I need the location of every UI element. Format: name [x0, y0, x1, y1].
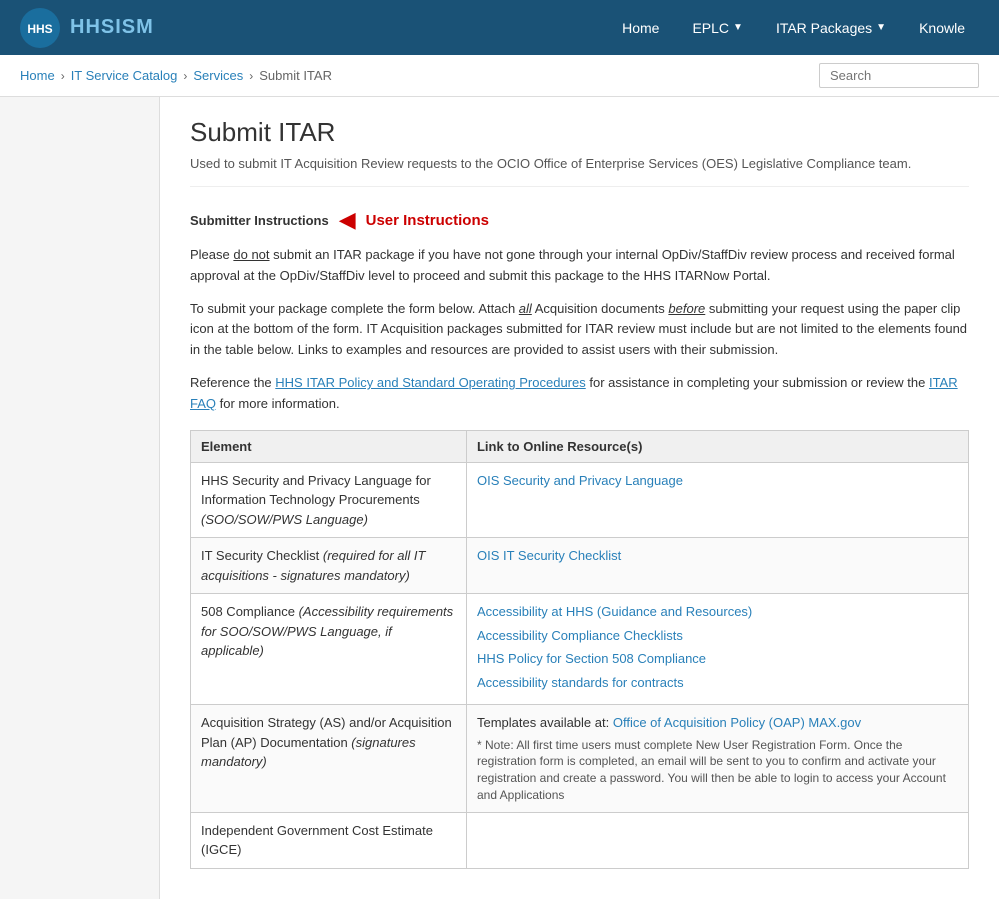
instructions-tag: User Instructions [366, 212, 489, 229]
table-cell-element-2: IT Security Checklist (required for all … [191, 538, 467, 594]
site-header: HHS HHSISM Home EPLC ▼ ITAR Packages ▼ K… [0, 0, 999, 55]
templates-registration-note: * Note: All first time users must comple… [477, 737, 958, 804]
ois-checklist-link[interactable]: OIS IT Security Checklist [477, 546, 958, 566]
accessibility-contracts-link[interactable]: Accessibility standards for contracts [477, 673, 958, 693]
breadcrumb-current: Submit ITAR [259, 68, 332, 83]
breadcrumb-sep-3: › [249, 69, 253, 83]
section-508-link[interactable]: HHS Policy for Section 508 Compliance [477, 649, 958, 669]
instructions-para-2: To submit your package complete the form… [190, 299, 969, 361]
instructions-arrow-icon: ◀ [339, 207, 356, 233]
instructions-label: Submitter Instructions [190, 213, 329, 228]
nav-itar-packages[interactable]: ITAR Packages ▼ [762, 12, 900, 44]
table-row: Acquisition Strategy (AS) and/or Acquisi… [191, 705, 969, 813]
oap-maxgov-link[interactable]: Office of Acquisition Policy (OAP) MAX.g… [613, 715, 861, 730]
instructions-header: Submitter Instructions ◀ User Instructio… [190, 207, 969, 233]
ois-security-link[interactable]: OIS Security and Privacy Language [477, 471, 958, 491]
main-nav: Home EPLC ▼ ITAR Packages ▼ Knowle [608, 12, 979, 44]
table-row: IT Security Checklist (required for all … [191, 538, 969, 594]
resources-table: Element Link to Online Resource(s) HHS S… [190, 430, 969, 869]
table-row: Independent Government Cost Estimate (IG… [191, 812, 969, 868]
table-header-element: Element [191, 430, 467, 462]
table-row: 508 Compliance (Accessibility requiremen… [191, 594, 969, 705]
eplc-chevron-icon: ▼ [733, 22, 743, 33]
table-cell-link-2: OIS IT Security Checklist [466, 538, 968, 594]
table-cell-element-5: Independent Government Cost Estimate (IG… [191, 812, 467, 868]
nav-home[interactable]: Home [608, 12, 673, 44]
breadcrumb-sep-1: › [61, 69, 65, 83]
table-cell-link-4: Templates available at: Office of Acquis… [466, 705, 968, 813]
instructions-para-1: Please do not submit an ITAR package if … [190, 245, 969, 287]
breadcrumb-services[interactable]: Services [193, 68, 243, 83]
nav-eplc[interactable]: EPLC ▼ [678, 12, 756, 44]
breadcrumb-bar: Home › IT Service Catalog › Services › S… [0, 55, 999, 97]
page-subtitle: Used to submit IT Acquisition Review req… [190, 156, 969, 187]
instructions-para-3: Reference the HHS ITAR Policy and Standa… [190, 373, 969, 415]
breadcrumb: Home › IT Service Catalog › Services › S… [20, 68, 332, 83]
main-container: AcquisitionPlanningResources ➔ Submit IT… [0, 97, 999, 899]
nav-knowledge[interactable]: Knowle [905, 12, 979, 44]
itar-policy-link[interactable]: HHS ITAR Policy and Standard Operating P… [275, 375, 585, 390]
templates-note-prefix: Templates available at: [477, 715, 613, 730]
table-cell-link-5 [466, 812, 968, 868]
accessibility-hhs-link[interactable]: Accessibility at HHS (Guidance and Resou… [477, 602, 958, 622]
table-cell-element-1: HHS Security and Privacy Language for In… [191, 462, 467, 538]
breadcrumb-home[interactable]: Home [20, 68, 55, 83]
table-cell-element-3: 508 Compliance (Accessibility requiremen… [191, 594, 467, 705]
svg-text:HHS: HHS [27, 22, 52, 36]
table-row: HHS Security and Privacy Language for In… [191, 462, 969, 538]
accessibility-compliance-link[interactable]: Accessibility Compliance Checklists [477, 626, 958, 646]
table-cell-element-4: Acquisition Strategy (AS) and/or Acquisi… [191, 705, 467, 813]
logo-text: HHSISM [70, 16, 154, 39]
sidebar: AcquisitionPlanningResources ➔ [0, 97, 160, 899]
content-area: Submit ITAR Used to submit IT Acquisitio… [160, 97, 999, 899]
hhs-logo-icon: HHS [20, 8, 60, 48]
table-cell-link-1: OIS Security and Privacy Language [466, 462, 968, 538]
breadcrumb-service-catalog[interactable]: IT Service Catalog [71, 68, 178, 83]
breadcrumb-sep-2: › [183, 69, 187, 83]
logo: HHS HHSISM [20, 8, 154, 48]
search-input[interactable] [819, 63, 979, 88]
itar-chevron-icon: ▼ [876, 22, 886, 33]
table-header-link: Link to Online Resource(s) [466, 430, 968, 462]
table-cell-link-3: Accessibility at HHS (Guidance and Resou… [466, 594, 968, 705]
page-title: Submit ITAR [190, 117, 969, 148]
